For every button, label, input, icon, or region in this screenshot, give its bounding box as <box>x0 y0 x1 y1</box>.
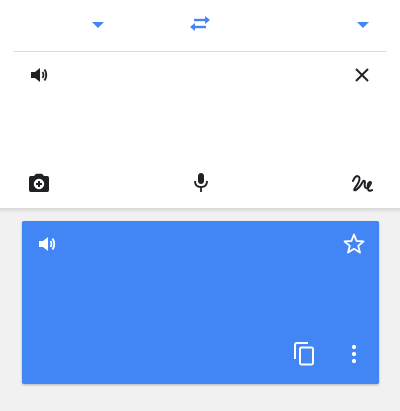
camera-button[interactable] <box>25 172 53 198</box>
speak-translation-button[interactable] <box>36 235 58 257</box>
save-translation-button[interactable] <box>342 233 366 260</box>
source-language-selector[interactable] <box>74 0 122 51</box>
handwriting-icon <box>351 173 373 198</box>
swap-horiz-icon <box>189 14 211 39</box>
camera-add-icon <box>27 173 51 198</box>
more-options-button[interactable] <box>344 344 364 368</box>
handwriting-button[interactable] <box>348 172 376 198</box>
copy-translation-button[interactable] <box>292 341 316 371</box>
speak-source-button[interactable] <box>26 64 52 90</box>
arrow-drop-down-icon <box>356 17 370 35</box>
translation-result-card[interactable] <box>22 221 379 384</box>
mic-icon <box>193 172 209 199</box>
microphone-button[interactable] <box>188 171 214 199</box>
volume-up-icon <box>38 236 56 257</box>
language-bar <box>14 0 386 52</box>
source-text-input[interactable] <box>58 66 328 166</box>
more-vert-icon <box>351 344 357 369</box>
clear-text-button[interactable] <box>349 64 375 90</box>
volume-up-icon <box>30 67 48 88</box>
arrow-drop-down-icon <box>91 17 105 35</box>
close-icon <box>354 67 370 88</box>
copy-icon <box>293 341 315 371</box>
swap-languages-button[interactable] <box>186 12 214 40</box>
target-language-selector[interactable] <box>340 0 386 51</box>
translate-screen <box>0 0 400 411</box>
input-panel <box>14 52 386 208</box>
star-outline-icon <box>343 233 365 260</box>
